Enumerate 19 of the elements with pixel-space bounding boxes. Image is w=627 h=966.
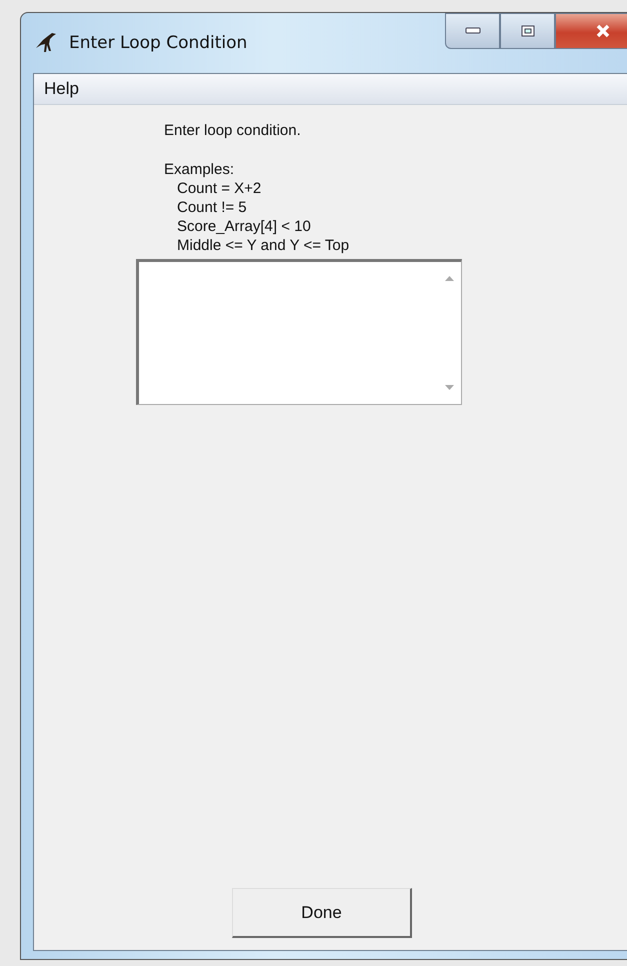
example-text: Count = X+2 — [177, 179, 262, 198]
menu-item[interactable]: Help — [34, 79, 89, 99]
condition-field[interactable] — [136, 259, 462, 405]
window-title: Enter Loop Condition — [69, 33, 248, 53]
minimize-icon — [464, 27, 480, 35]
example-text: Score_Array[4] < 10 — [177, 217, 311, 236]
scroll-down-icon — [444, 385, 454, 390]
examples-heading: Examples: — [164, 160, 234, 179]
prompt-text: Enter loop condition. — [164, 121, 301, 140]
done-button[interactable]: Done — [232, 888, 412, 938]
example-text: Middle <= Y and Y <= Top — [177, 236, 350, 255]
dinosaur-icon — [35, 31, 57, 55]
close-icon — [595, 24, 611, 38]
minimize-button[interactable] — [445, 13, 500, 49]
example-text: Count != 5 — [177, 198, 247, 217]
maximize-icon — [520, 25, 534, 37]
scroll-up-icon — [444, 276, 454, 281]
close-button[interactable] — [555, 13, 627, 49]
maximize-button[interactable] — [500, 13, 555, 49]
